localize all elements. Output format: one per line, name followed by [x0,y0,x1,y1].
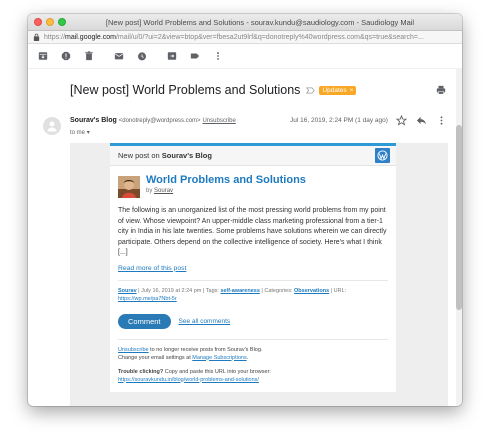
see-all-comments-link[interactable]: See all comments [179,318,231,325]
wordpress-glyph [377,150,388,161]
minimize-window-button[interactable] [46,18,54,26]
url-host: mail.google.com [65,33,116,41]
more-actions-button[interactable] [210,48,226,64]
snooze-button[interactable] [134,48,150,64]
print-icon[interactable] [436,85,446,95]
unsubscribe-link[interactable]: Unsubscribe [203,118,236,124]
post-byline: by Sourav [146,188,306,194]
mark-unread-button[interactable] [111,48,127,64]
title-bar: [New post] World Problems and Solutions … [28,14,462,31]
post-titles: World Problems and Solutions by Sourav [146,174,306,194]
author-avatar[interactable] [118,176,140,198]
read-more-link[interactable]: Read more of this post [118,265,388,272]
byline-prefix: by [146,188,155,194]
zoom-window-button[interactable] [58,18,66,26]
to-me-label: to me [70,130,86,136]
archive-button[interactable] [35,48,51,64]
card-body: World Problems and Solutions by Sourav T… [110,166,396,392]
header-blog-name: Sourav's Blog [161,151,212,160]
post-meta: Sourav | July 16, 2019 at 2:24 pm | Tags… [118,279,388,304]
footer-unsubscribe-link[interactable]: Unsubscribe [118,347,149,353]
post-excerpt: The following is an unorganized list of … [118,207,387,256]
window-controls [34,18,66,26]
meta-url-label: | URL: [329,287,347,294]
header-prefix: New post on [118,151,160,160]
archive-icon [38,52,48,60]
author-link[interactable]: Sourav [154,188,173,194]
meta-categories-label: | Categories: [259,287,295,294]
wordpress-logo-icon[interactable] [375,148,390,163]
message-date: Jul 16, 2019, 2:24 PM (1 day ago) [290,117,388,124]
address-bar[interactable]: https://mail.google.com/mail/u/0/?ui=2&v… [28,31,462,44]
meta-date: | July 16, 2019 at 2:24 pm | Tags: [136,287,221,294]
labels-button[interactable] [187,48,203,64]
post-url-link[interactable]: https://souravkundu.in/blog/world-proble… [118,377,259,383]
meta-category-link[interactable]: Observations [294,288,329,294]
browser-window: [New post] World Problems and Solutions … [28,14,462,406]
snooze-icon [138,52,146,61]
importance-marker-icon[interactable] [306,87,316,94]
post-title-link[interactable]: World Problems and Solutions [146,174,306,186]
updates-label-badge[interactable]: Updates × [319,85,357,95]
meta-author-link[interactable]: Sourav [118,288,137,294]
scrollbar-track[interactable] [456,69,462,406]
remove-label-icon[interactable]: × [350,87,354,94]
footer-period: . [246,354,249,361]
url-scheme: https:// [44,33,66,41]
footer-settings-text: Change your email settings at [118,354,193,361]
message-view: [New post] World Problems and Solutions … [28,69,462,406]
report-spam-button[interactable] [58,48,74,64]
chevron-down-icon[interactable]: ▾ [87,130,90,136]
scrollbar-thumb[interactable] [456,125,462,310]
email-body: New post on Sourav's Blog World Problems… [70,143,448,406]
sender-name: Sourav's Blog [70,117,117,124]
close-window-button[interactable] [34,18,42,26]
footer-unsub-text: to no longer receive posts from Sourav's… [148,346,263,353]
move-to-button[interactable] [164,48,180,64]
post-heading: World Problems and Solutions by Sourav [118,174,388,198]
subject-row: [New post] World Problems and Solutions … [70,81,452,99]
trouble-clicking-label: Trouble clicking? [118,368,164,375]
delete-button[interactable] [81,48,97,64]
lock-icon [33,33,40,41]
card-header: New post on Sourav's Blog [110,146,396,166]
window-title: [New post] World Problems and Solutions … [105,17,415,27]
message-subject: [New post] World Problems and Solutions [70,83,301,97]
mark-unread-icon [114,53,124,60]
notification-card: New post on Sourav's Blog World Problems… [110,143,396,392]
meta-tag-link[interactable]: self-awareness [220,288,259,294]
sender-avatar [43,117,61,135]
footer-gap [118,362,388,368]
report-spam-icon [61,51,71,61]
url-path: /mail/u/0/?ui=2&view=btop&ver=fbesa2ut9l… [115,33,424,41]
labels-icon [190,53,200,59]
trouble-clicking-text: Copy and paste this URL into your browse… [163,368,271,375]
mail-toolbar [28,44,462,69]
comment-button[interactable]: Comment [118,313,171,329]
email-footer: Unsubscribe to no longer receive posts f… [118,338,388,392]
sender-email: <donotreply@wordpress.com> [118,118,201,124]
label-badge-text: Updates [322,86,347,94]
message-more-icon[interactable] [436,115,447,126]
star-icon[interactable] [396,115,407,126]
manage-subscriptions-link[interactable]: Manage Subscriptions [192,355,246,361]
more-icon [217,52,219,60]
recipient-details[interactable]: to me ▾ [70,129,90,136]
sender-line: Sourav's Blog <donotreply@wordpress.com>… [70,117,236,124]
person-icon [47,121,57,132]
move-to-icon [167,52,177,60]
delete-icon [85,51,93,61]
meta-short-url-link[interactable]: https://wp.me/pa7Nbt-5r [118,296,177,302]
comment-actions: Comment See all comments [118,313,388,329]
reply-icon[interactable] [416,115,427,126]
